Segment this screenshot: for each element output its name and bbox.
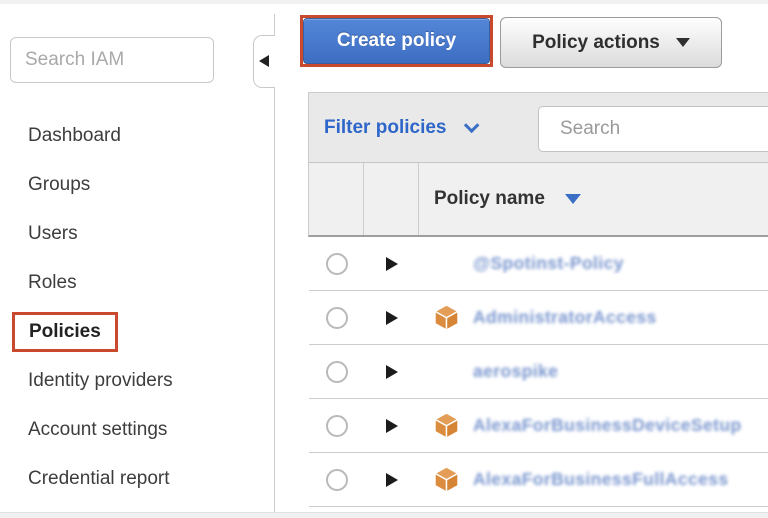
sidebar-item-groups[interactable]: Groups <box>0 160 270 209</box>
filter-policies-label: Filter policies <box>324 117 446 139</box>
row-expand-cell <box>364 311 419 325</box>
bottom-edge-strip <box>0 512 768 518</box>
collapse-sidebar-button[interactable] <box>253 35 275 88</box>
row-radio-button[interactable] <box>326 253 348 275</box>
expand-arrow-icon[interactable] <box>386 419 398 433</box>
sidebar-item-users[interactable]: Users <box>0 209 270 258</box>
header-cell-select <box>309 163 364 235</box>
sidebar-item-roles[interactable]: Roles <box>0 258 270 307</box>
policy-actions-button[interactable]: Policy actions <box>500 17 722 68</box>
sidebar-item-policies[interactable]: Policies <box>0 307 270 356</box>
row-select-cell <box>309 361 364 383</box>
row-radio-button[interactable] <box>326 307 348 329</box>
policy-name-link[interactable]: @Spotinst-Policy <box>473 253 624 274</box>
policy-name-link[interactable]: AdministratorAccess <box>473 307 657 328</box>
expand-arrow-icon[interactable] <box>386 257 398 271</box>
sidebar-item-label: Account settings <box>28 419 167 441</box>
table-row: AdministratorAccess <box>309 291 768 345</box>
table-row: AlexaForBusinessFullAccess <box>309 453 768 507</box>
chevron-down-icon <box>464 118 480 134</box>
row-select-cell <box>309 415 364 437</box>
sidebar-divider <box>274 14 275 512</box>
sidebar-item-credential-report[interactable]: Credential report <box>0 454 270 503</box>
policy-name-sort-header[interactable]: Policy name <box>419 163 768 235</box>
top-edge-strip <box>0 0 768 4</box>
policy-type-icon-slot <box>434 466 460 493</box>
policy-name-header-label: Policy name <box>434 188 545 210</box>
caret-down-icon <box>676 38 690 47</box>
sidebar-item-identity-providers[interactable]: Identity providers <box>0 356 270 405</box>
sort-down-icon <box>565 194 581 204</box>
create-policy-button[interactable]: Create policy <box>303 18 490 64</box>
row-expand-cell <box>364 473 419 487</box>
search-iam-input[interactable] <box>10 37 214 83</box>
table-rows: @Spotinst-Policy AdministratorAccess <box>308 237 768 507</box>
table-row: aerospike <box>309 345 768 399</box>
policy-name-link[interactable]: AlexaForBusinessDeviceSetup <box>473 415 742 436</box>
policy-name-link[interactable]: AlexaForBusinessFullAccess <box>473 469 729 490</box>
policy-type-icon-slot <box>434 304 460 331</box>
policy-search-box <box>538 106 768 152</box>
row-select-cell <box>309 307 364 329</box>
sidebar-item-label: Identity providers <box>28 370 173 392</box>
row-expand-cell <box>364 419 419 433</box>
policy-name-link[interactable]: aerospike <box>473 361 558 382</box>
aws-managed-policy-cube-icon <box>434 412 459 439</box>
table-row: @Spotinst-Policy <box>309 237 768 291</box>
sidebar-item-label: Roles <box>28 272 77 294</box>
header-cell-expand <box>364 163 419 235</box>
aws-managed-policy-cube-icon <box>434 304 459 331</box>
collapse-left-triangle-icon <box>259 55 269 67</box>
sidebar-item-label: Policies <box>12 312 118 352</box>
row-name-cell: AdministratorAccess <box>419 304 768 331</box>
row-select-cell <box>309 253 364 275</box>
expand-arrow-icon[interactable] <box>386 365 398 379</box>
sidebar-item-label: Groups <box>28 174 90 196</box>
policies-table: Filter policies Policy name <box>308 92 768 507</box>
row-select-cell <box>309 469 364 491</box>
row-radio-button[interactable] <box>326 469 348 491</box>
sidebar-item-label: Credential report <box>28 468 170 490</box>
sidebar-item-label: Dashboard <box>28 125 121 147</box>
row-expand-cell <box>364 365 419 379</box>
row-radio-button[interactable] <box>326 415 348 437</box>
policy-type-icon-slot <box>434 412 460 439</box>
row-expand-cell <box>364 257 419 271</box>
sidebar-item-account-settings[interactable]: Account settings <box>0 405 270 454</box>
annotation-box-create-policy: Create policy <box>300 15 493 67</box>
sidebar-item-dashboard[interactable]: Dashboard <box>0 111 270 160</box>
filter-policies-dropdown[interactable]: Filter policies <box>324 117 475 139</box>
sidebar-item-label: Users <box>28 223 78 245</box>
expand-arrow-icon[interactable] <box>386 473 398 487</box>
row-name-cell: aerospike <box>419 361 768 382</box>
policy-actions-label: Policy actions <box>532 32 660 54</box>
aws-managed-policy-cube-icon <box>434 466 459 493</box>
filter-bar: Filter policies <box>308 92 768 163</box>
sidebar-nav: Dashboard Groups Users Roles Policies Id… <box>0 111 270 503</box>
row-name-cell: AlexaForBusinessDeviceSetup <box>419 412 768 439</box>
table-row: AlexaForBusinessDeviceSetup <box>309 399 768 453</box>
policy-search-input[interactable] <box>560 118 768 140</box>
row-name-cell: @Spotinst-Policy <box>419 253 768 274</box>
row-name-cell: AlexaForBusinessFullAccess <box>419 466 768 493</box>
expand-arrow-icon[interactable] <box>386 311 398 325</box>
table-header: Policy name <box>308 163 768 237</box>
row-radio-button[interactable] <box>326 361 348 383</box>
